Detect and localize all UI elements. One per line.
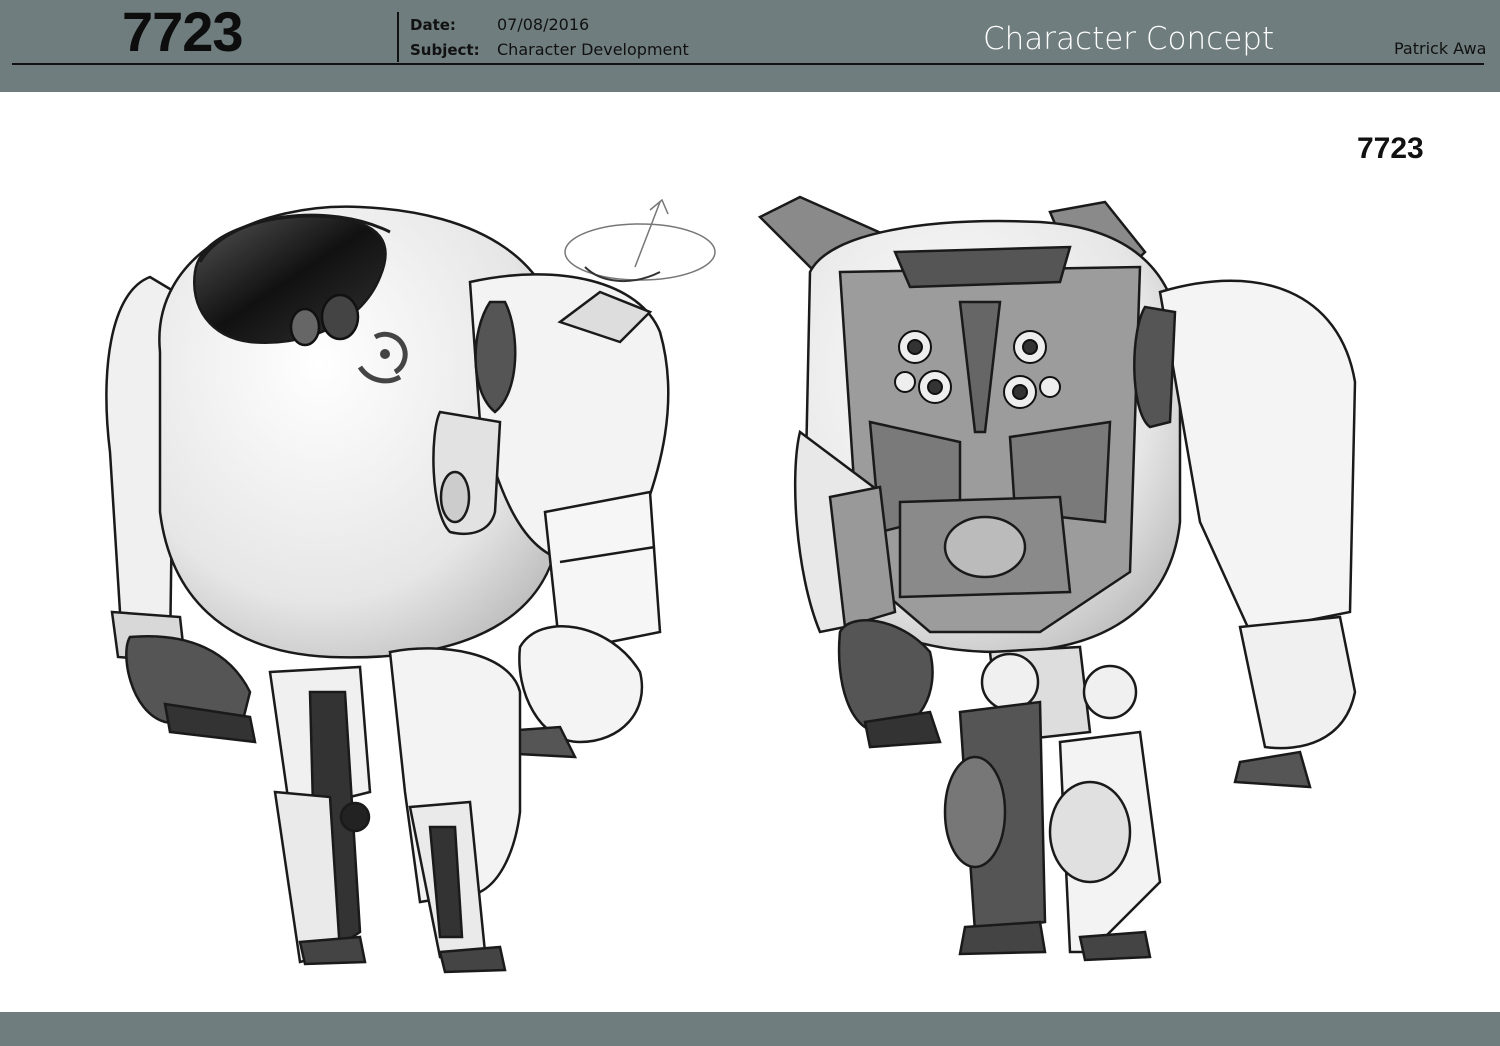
date-label: Date: bbox=[410, 16, 456, 34]
concept-artwork bbox=[105, 195, 1357, 974]
date-value: 07/08/2016 bbox=[497, 15, 590, 34]
subject-label: Subject: bbox=[410, 41, 480, 59]
robot-front-view bbox=[105, 198, 716, 974]
project-code: 7723 bbox=[122, 0, 244, 63]
author-name: Patrick Awa bbox=[1394, 39, 1487, 58]
robot-back-view bbox=[757, 195, 1357, 962]
subject-value: Character Development bbox=[497, 40, 689, 59]
title-block-header: 7723 Date: 07/08/2016 Subject: Character… bbox=[0, 0, 1500, 92]
header-divider bbox=[397, 12, 399, 62]
title-block-footer bbox=[0, 1012, 1500, 1046]
header-rule bbox=[12, 63, 1484, 65]
sheet-title: Character Concept bbox=[983, 21, 1275, 57]
